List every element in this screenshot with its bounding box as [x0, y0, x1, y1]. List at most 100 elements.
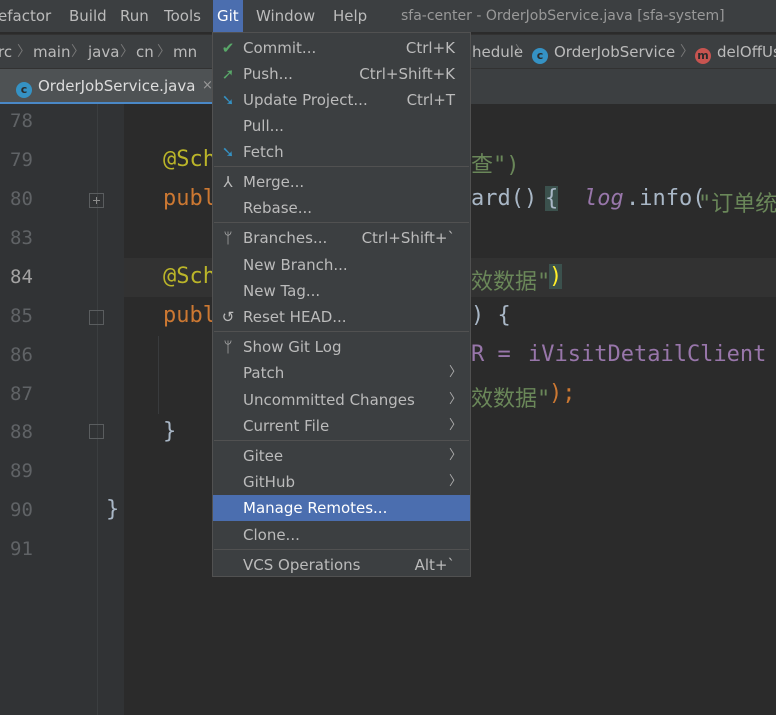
- chevron-right-icon: 〉: [680, 44, 694, 60]
- chevron-right-icon: 〉: [157, 44, 171, 60]
- menu-item-branches[interactable]: ᛘ Branches... Ctrl+Shift+`: [213, 225, 470, 251]
- code-string: 效数据": [471, 270, 551, 295]
- git-menu: ✔ Commit... Ctrl+K ➚ Push... Ctrl+Shift+…: [212, 32, 471, 577]
- line-number: 80: [10, 188, 33, 210]
- tab-orderjobservice[interactable]: c OrderJobService.java ×: [0, 69, 216, 105]
- breadcrumb-item[interactable]: java: [88, 35, 119, 69]
- code-annotation: @Sch: [163, 147, 216, 172]
- code-text: .info(: [626, 186, 706, 211]
- line-number: 84: [10, 266, 33, 288]
- line-number: 85: [10, 305, 33, 327]
- chevron-right-icon: 〉: [515, 44, 529, 60]
- breadcrumb-item[interactable]: cn: [136, 35, 154, 69]
- class-icon: c: [16, 82, 32, 98]
- code-brace: }: [106, 497, 120, 522]
- menu-separator: [214, 166, 469, 167]
- menu-git[interactable]: Git: [213, 0, 243, 32]
- menu-item-pull[interactable]: Pull...: [213, 113, 470, 139]
- menu-item-merge[interactable]: ⅄ Merge...: [213, 169, 470, 195]
- method-icon: m: [695, 48, 711, 64]
- breadcrumb-class[interactable]: c OrderJobService: [532, 35, 675, 69]
- menu-separator: [214, 440, 469, 441]
- fetch-arrow-icon: ➘: [221, 143, 235, 161]
- chevron-right-icon: 〉: [448, 448, 462, 463]
- code-brace: {: [545, 186, 559, 211]
- menu-item-rebase[interactable]: Rebase...: [213, 195, 470, 221]
- code-keyword: publ: [163, 303, 216, 328]
- chevron-right-icon: 〉: [448, 474, 462, 489]
- merge-icon: ⅄: [223, 173, 233, 191]
- line-number: 78: [10, 110, 33, 132]
- breadcrumb-item[interactable]: mn: [173, 35, 197, 69]
- chevron-right-icon: 〉: [448, 392, 462, 407]
- line-number: 91: [10, 538, 33, 560]
- menu-help[interactable]: Help: [333, 0, 367, 32]
- breadcrumb-method[interactable]: m delOffUs: [695, 35, 776, 69]
- branch-icon: ᛘ: [223, 229, 233, 247]
- line-number: 86: [10, 344, 33, 366]
- code-string: 效数据": [471, 387, 551, 412]
- breadcrumb-method-label: delOffUs: [717, 43, 776, 61]
- code-text: ard(): [471, 186, 538, 211]
- menu-item-patch[interactable]: Patch 〉: [213, 360, 470, 386]
- menu-item-github[interactable]: GitHub 〉: [213, 469, 470, 495]
- breadcrumb-class-label: OrderJobService: [554, 43, 676, 61]
- line-number: 79: [10, 149, 33, 171]
- line-number: 90: [10, 499, 33, 521]
- menu-item-new-tag[interactable]: New Tag...: [213, 278, 470, 304]
- menu-window[interactable]: Window: [256, 0, 315, 32]
- code-text: R =: [471, 342, 524, 367]
- chevron-right-icon: 〉: [71, 44, 85, 60]
- code-field: iVisitDetailClient: [528, 342, 767, 367]
- chevron-right-icon: 〉: [17, 44, 31, 60]
- fold-expand-icon[interactable]: [89, 193, 104, 208]
- check-icon: ✔: [221, 39, 235, 57]
- breadcrumb-item[interactable]: rc: [0, 35, 12, 69]
- menu-item-commit[interactable]: ✔ Commit... Ctrl+K: [213, 35, 470, 61]
- chevron-right-icon: 〉: [448, 418, 462, 433]
- menu-item-update-project[interactable]: ➘ Update Project... Ctrl+T: [213, 87, 470, 113]
- fold-collapse-icon[interactable]: [89, 310, 104, 325]
- menu-item-fetch[interactable]: ➘ Fetch: [213, 139, 470, 165]
- push-arrow-icon: ➚: [221, 65, 235, 83]
- menu-separator: [214, 222, 469, 223]
- menu-separator: [214, 549, 469, 550]
- code-log: log: [584, 186, 624, 211]
- menu-item-push[interactable]: ➚ Push... Ctrl+Shift+K: [213, 61, 470, 87]
- menu-item-clone[interactable]: Clone...: [213, 522, 470, 548]
- tab-label: OrderJobService.java: [38, 77, 196, 95]
- code-string: "订单统: [698, 192, 776, 217]
- line-number: 89: [10, 460, 33, 482]
- chevron-right-icon: 〉: [448, 365, 462, 380]
- menu-item-uncommitted-changes[interactable]: Uncommitted Changes 〉: [213, 387, 470, 413]
- line-number: 87: [10, 383, 33, 405]
- menu-tools[interactable]: Tools: [164, 0, 201, 32]
- menu-bar: efactor Build Run Tools Git Window Help …: [0, 0, 776, 32]
- menu-item-gitee[interactable]: Gitee 〉: [213, 443, 470, 469]
- code-string: 查"): [471, 153, 520, 178]
- window-title: sfa-center - OrderJobService.java [sfa-s…: [401, 8, 725, 24]
- update-arrow-icon: ➘: [221, 91, 235, 109]
- menu-refactor[interactable]: efactor: [0, 0, 51, 32]
- menu-item-show-git-log[interactable]: ᛘ Show Git Log: [213, 334, 470, 360]
- chevron-right-icon: 〉: [120, 44, 134, 60]
- code-text: ) {: [471, 303, 511, 328]
- code-brace: }: [163, 419, 177, 444]
- menu-item-vcs-operations[interactable]: VCS Operations Alt+`: [213, 552, 470, 578]
- fold-end-icon[interactable]: [89, 424, 104, 439]
- code-text: );: [549, 381, 576, 406]
- line-number: 83: [10, 227, 33, 249]
- menu-build[interactable]: Build: [69, 0, 107, 32]
- code-keyword: publ: [163, 186, 216, 211]
- code-annotation: @Sch: [163, 264, 216, 289]
- indent-guide: [158, 336, 159, 414]
- menu-run[interactable]: Run: [120, 0, 149, 32]
- menu-item-new-branch[interactable]: New Branch...: [213, 252, 470, 278]
- breadcrumb-item[interactable]: main: [33, 35, 70, 69]
- menu-item-current-file[interactable]: Current File 〉: [213, 413, 470, 439]
- menu-item-manage-remotes[interactable]: Manage Remotes...: [213, 495, 470, 521]
- menu-separator: [214, 331, 469, 332]
- line-number: 88: [10, 421, 33, 443]
- menu-item-reset-head[interactable]: ↺ Reset HEAD...: [213, 304, 470, 330]
- code-paren-match: ): [549, 264, 563, 289]
